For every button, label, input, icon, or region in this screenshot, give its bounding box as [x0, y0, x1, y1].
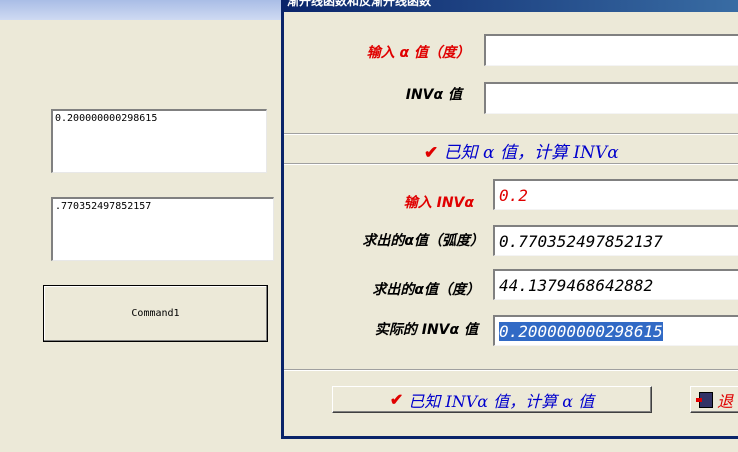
alpha-degrees-label: 输入 α 值（度）: [366, 45, 470, 61]
inv-input-label: 输入 INVα: [403, 195, 474, 211]
divider-bottom: [284, 369, 738, 371]
check-icon: ✔: [424, 143, 439, 163]
divider-mid: [284, 163, 738, 165]
check-icon: ✔: [389, 390, 404, 409]
alpha-radians-label: 求出的α值（弧度）: [362, 233, 484, 249]
result-textbox-1[interactable]: 0.200000000298615: [51, 109, 267, 173]
actual-inv-label: 实际的 INVα 值: [374, 322, 478, 338]
divider-top: [284, 133, 738, 135]
result-textbox-2[interactable]: .770352497852157: [51, 197, 274, 261]
involute-dialog-window: 渐开线函数和反渐开线函数 输入 α 值（度） INVα 值 ✔ 已知 α 值，计…: [281, 0, 738, 439]
calc-alpha-button[interactable]: ✔ 已知 INVα 值，计算 α 值: [332, 386, 652, 413]
exit-button[interactable]: 退: [690, 386, 738, 413]
dialog-title: 渐开线函数和反渐开线函数: [281, 0, 738, 12]
alpha-radians-output[interactable]: 0.770352497852137: [493, 225, 738, 256]
exit-door-icon: [696, 391, 713, 408]
selected-text: 0.200000000298615: [499, 322, 663, 341]
known-alpha-banner[interactable]: ✔ 已知 α 值，计算 INVα: [424, 138, 619, 163]
alpha-degrees-input[interactable]: [484, 34, 738, 66]
actual-inv-output[interactable]: 0.200000000298615: [493, 315, 738, 346]
inv-input-field[interactable]: 0.2: [493, 179, 738, 210]
dialog-client-area: 输入 α 值（度） INVα 值 ✔ 已知 α 值，计算 INVα 输入 INV…: [284, 12, 738, 436]
alpha-degrees-output[interactable]: 44.1379468642882: [493, 269, 738, 300]
bg-window-titlebar-strip: [0, 0, 281, 20]
inv-value-label: INVα 值: [405, 87, 462, 103]
command1-button[interactable]: Command1: [43, 285, 268, 342]
alpha-degrees-result-label: 求出的α值（度）: [372, 282, 480, 298]
inv-value-output[interactable]: [484, 82, 738, 114]
